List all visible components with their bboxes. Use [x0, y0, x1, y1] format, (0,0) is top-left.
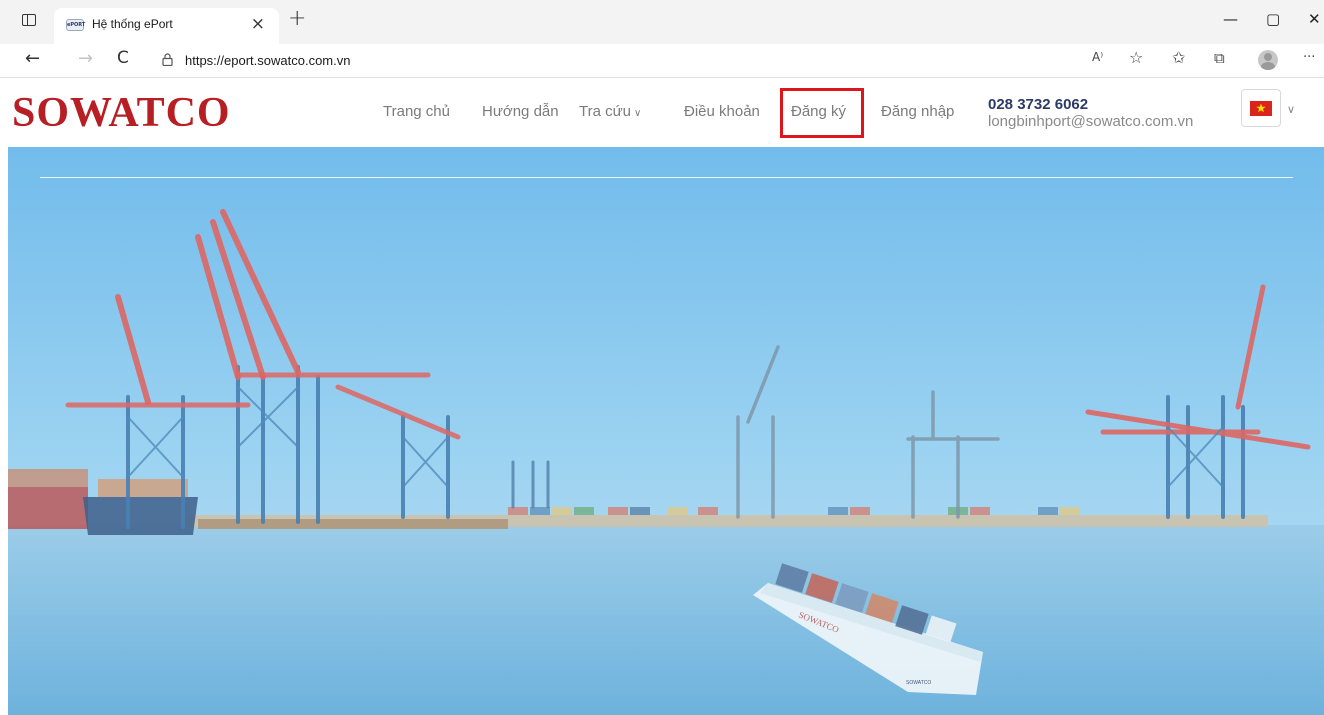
favorites-icon[interactable]: ✩ [1172, 48, 1185, 67]
hero-banner: SOWATCO SOWATCO [8, 147, 1324, 715]
forward-arrow-icon[interactable]: → [78, 48, 93, 69]
close-window-button[interactable]: ✕ [1308, 10, 1321, 28]
language-selector[interactable] [1241, 89, 1281, 127]
tab-close-icon[interactable]: × [251, 14, 265, 34]
browser-tab[interactable]: ePORT Hệ thống ePort × [54, 8, 279, 44]
profile-icon[interactable] [1258, 50, 1278, 70]
port-scene-image: SOWATCO SOWATCO [8, 147, 1324, 715]
nav-home[interactable]: Trang chủ [383, 103, 450, 120]
back-arrow-icon[interactable]: ← [25, 48, 40, 69]
restore-button[interactable]: ▢ [1266, 10, 1280, 28]
new-tab-button[interactable]: + [288, 6, 306, 31]
lock-icon [162, 53, 173, 66]
nav-guide[interactable]: Hướng dẫn [482, 103, 559, 120]
chevron-down-icon: ∨ [634, 108, 642, 119]
collections-icon[interactable]: ⧉ [1214, 49, 1225, 67]
chevron-down-icon[interactable]: ∨ [1287, 103, 1295, 116]
tab-actions-icon[interactable] [22, 14, 36, 26]
browser-tab-bar: ePORT Hệ thống ePort × + — ▢ ✕ [0, 0, 1324, 44]
nav-lookup[interactable]: Tra cứu ∨ [579, 103, 641, 120]
tab-title: Hệ thống ePort [92, 17, 173, 31]
url-text: https://eport.sowatco.com.vn [185, 53, 351, 68]
eport-favicon-icon: ePORT [66, 19, 85, 31]
nav-login[interactable]: Đăng nhập [881, 103, 954, 120]
minimize-button[interactable]: — [1223, 10, 1238, 28]
add-favorite-icon[interactable]: ☆ [1129, 48, 1143, 67]
hero-divider-line [40, 177, 1293, 178]
contact-phone[interactable]: 028 3732 6062 [988, 96, 1088, 113]
nav-terms[interactable]: Điều khoản [684, 103, 760, 120]
sowatco-logo[interactable]: SOWATCO [12, 89, 231, 137]
site-header: SOWATCO Trang chủ Hướng dẫn Tra cứu ∨ Điề… [0, 79, 1324, 147]
more-icon[interactable]: ··· [1303, 50, 1315, 65]
register-highlight-box [780, 88, 864, 138]
url-field[interactable]: https://eport.sowatco.com.vn [152, 49, 1072, 73]
reload-icon[interactable]: C [117, 48, 129, 68]
nav-lookup-label: Tra cứu [579, 103, 631, 120]
read-aloud-icon[interactable]: A⁾ [1092, 50, 1103, 64]
contact-email[interactable]: longbinhport@sowatco.com.vn [988, 113, 1193, 130]
vietnam-flag-icon [1250, 101, 1272, 116]
browser-address-bar: ← → C https://eport.sowatco.com.vn A⁾ ☆ … [0, 44, 1324, 78]
